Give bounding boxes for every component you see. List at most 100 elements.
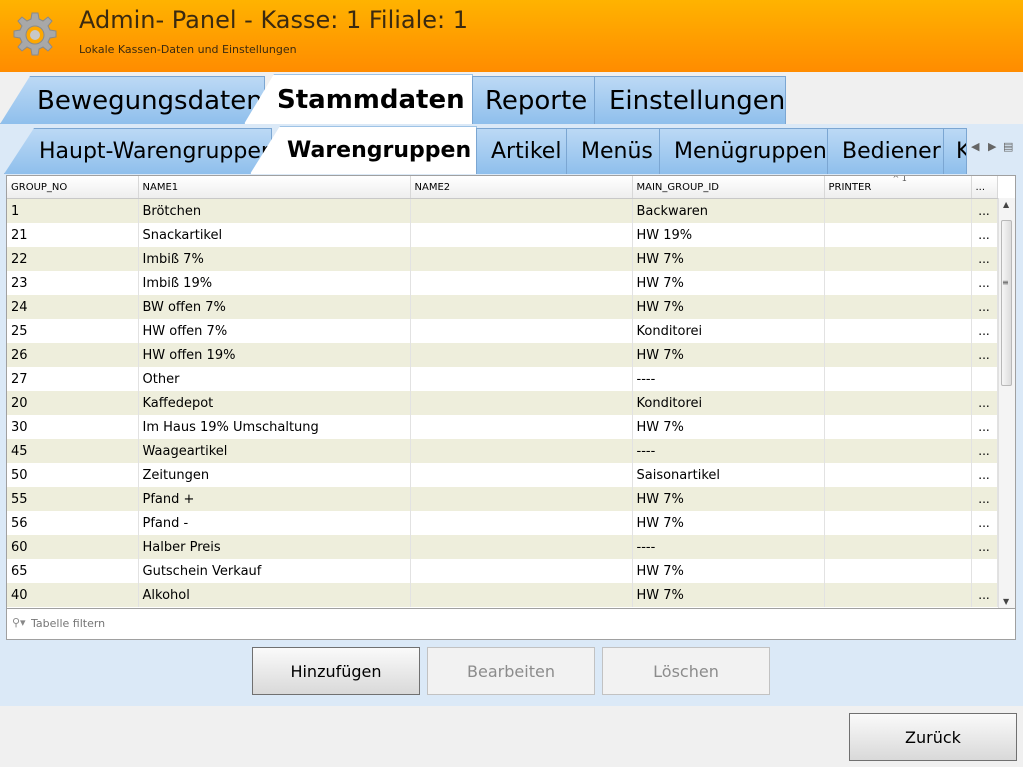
column-header-actions[interactable]: ...: [971, 176, 998, 199]
vertical-scrollbar[interactable]: ▲ ≡ ▼: [998, 198, 1015, 608]
cell-name2: [410, 415, 633, 439]
cell-name1: Imbiß 19%: [138, 271, 411, 295]
data-grid: GROUP_NO NAME1 NAME2 MAIN_GROUP_ID PRINT…: [7, 176, 998, 607]
cell-printer: [824, 319, 972, 343]
cell-actions[interactable]: ...: [971, 415, 998, 439]
add-button[interactable]: Hinzufügen: [252, 647, 420, 695]
table-row[interactable]: 20 Kaffedepot Konditorei...: [7, 391, 998, 415]
cell-printer: [824, 559, 972, 583]
scroll-down-icon[interactable]: ▼: [1003, 597, 1009, 606]
subtab-haupt-warengruppen[interactable]: Haupt-Warengruppen: [4, 128, 272, 174]
cell-actions[interactable]: ...: [971, 511, 998, 535]
cell-group-no: 55: [7, 487, 139, 511]
cell-actions[interactable]: [971, 367, 998, 391]
cell-group-no: 50: [7, 463, 139, 487]
cell-printer: [824, 247, 972, 271]
column-header-main-group-id[interactable]: MAIN_GROUP_ID: [632, 176, 825, 199]
table-row[interactable]: 23 Imbiß 19% HW 7%...: [7, 271, 998, 295]
cell-main-group: Saisonartikel: [632, 463, 825, 487]
cell-group-no: 30: [7, 415, 139, 439]
column-header-name1[interactable]: NAME1: [138, 176, 411, 199]
subtab-menues[interactable]: Menüs: [566, 128, 660, 174]
table-row[interactable]: 21 Snackartikel HW 19%...: [7, 223, 998, 247]
cell-actions[interactable]: ...: [971, 487, 998, 511]
table-row[interactable]: 25 HW offen 7% Konditorei...: [7, 319, 998, 343]
table-row[interactable]: 22 Imbiß 7% HW 7%...: [7, 247, 998, 271]
cell-printer: [824, 511, 972, 535]
table-row[interactable]: 27 Other ----: [7, 367, 998, 391]
cell-main-group: HW 7%: [632, 583, 825, 607]
cell-main-group: Konditorei: [632, 319, 825, 343]
cell-actions[interactable]: ...: [971, 295, 998, 319]
cell-name1: Halber Preis: [138, 535, 411, 559]
cell-printer: [824, 391, 972, 415]
delete-button[interactable]: Löschen: [602, 647, 770, 695]
table-row[interactable]: 60 Halber Preis ----...: [7, 535, 998, 559]
table-row[interactable]: 24 BW offen 7% HW 7%...: [7, 295, 998, 319]
app-header: Admin- Panel - Kasse: 1 Filiale: 1 Lokal…: [0, 0, 1023, 72]
cell-printer: [824, 583, 972, 607]
table-row[interactable]: 56 Pfand - HW 7%...: [7, 511, 998, 535]
cell-actions[interactable]: ...: [971, 271, 998, 295]
column-header-printer[interactable]: PRINTER ^ 1: [824, 176, 972, 199]
subtab-more[interactable]: K: [943, 128, 967, 174]
tab-scroll-right-icon[interactable]: ▶: [988, 140, 996, 153]
tab-scroll-left-icon[interactable]: ◀: [971, 140, 979, 153]
subtab-label: Artikel: [491, 139, 562, 164]
cell-actions[interactable]: ...: [971, 223, 998, 247]
cell-actions[interactable]: ...: [971, 583, 998, 607]
table-row[interactable]: 55 Pfand + HW 7%...: [7, 487, 998, 511]
subtab-label: Menügruppen: [674, 139, 827, 164]
cell-main-group: HW 7%: [632, 271, 825, 295]
column-header-group-no[interactable]: GROUP_NO: [7, 176, 139, 199]
cell-main-group: HW 7%: [632, 487, 825, 511]
table-row[interactable]: 45 Waageartikel ----...: [7, 439, 998, 463]
cell-name2: [410, 271, 633, 295]
cell-group-no: 20: [7, 391, 139, 415]
tab-einstellungen[interactable]: Einstellungen: [594, 76, 786, 124]
back-button[interactable]: Zurück: [849, 713, 1017, 761]
table-row[interactable]: 50 Zeitungen Saisonartikel...: [7, 463, 998, 487]
tab-bewegungsdaten[interactable]: Bewegungsdaten: [0, 76, 265, 124]
cell-actions[interactable]: ...: [971, 439, 998, 463]
search-icon[interactable]: ⚲▾: [12, 616, 26, 629]
subtab-artikel[interactable]: Artikel: [476, 128, 567, 174]
cell-actions[interactable]: ...: [971, 343, 998, 367]
table-row[interactable]: 30 Im Haus 19% Umschaltung HW 7%...: [7, 415, 998, 439]
tab-stammdaten[interactable]: Stammdaten: [244, 74, 473, 124]
subtab-label: Menüs: [581, 139, 653, 164]
cell-actions[interactable]: ...: [971, 198, 998, 223]
scroll-up-icon[interactable]: ▲: [1003, 200, 1009, 209]
table-row[interactable]: 65 Gutschein Verkauf HW 7%: [7, 559, 998, 583]
column-header-name2[interactable]: NAME2: [410, 176, 633, 199]
tab-list-menu-icon[interactable]: ▤: [1003, 140, 1013, 153]
subtab-warengruppen[interactable]: Warengruppen: [250, 126, 477, 174]
cell-actions[interactable]: ...: [971, 535, 998, 559]
table-filter: ⚲▾: [6, 609, 1016, 640]
subtab-bediener[interactable]: Bediener: [827, 128, 944, 174]
tab-reporte[interactable]: Reporte: [472, 76, 595, 124]
cell-actions[interactable]: ...: [971, 391, 998, 415]
page-title: Admin- Panel - Kasse: 1 Filiale: 1: [79, 6, 469, 34]
cell-name1: Kaffedepot: [138, 391, 411, 415]
filter-input[interactable]: [31, 614, 431, 632]
cell-actions[interactable]: ...: [971, 463, 998, 487]
cell-main-group: HW 7%: [632, 343, 825, 367]
subtab-menuegruppen[interactable]: Menügruppen: [659, 128, 828, 174]
table-row[interactable]: 40 Alkohol HW 7%...: [7, 583, 998, 607]
cell-name2: [410, 295, 633, 319]
scrollbar-thumb[interactable]: [1001, 220, 1012, 386]
table-row[interactable]: 26 HW offen 19% HW 7%...: [7, 343, 998, 367]
cell-actions[interactable]: ...: [971, 319, 998, 343]
cell-name2: [410, 559, 633, 583]
cell-printer: [824, 535, 972, 559]
cell-actions[interactable]: ...: [971, 247, 998, 271]
cell-actions[interactable]: [971, 559, 998, 583]
edit-button[interactable]: Bearbeiten: [427, 647, 595, 695]
cell-main-group: HW 19%: [632, 223, 825, 247]
cell-group-no: 27: [7, 367, 139, 391]
cell-group-no: 40: [7, 583, 139, 607]
cell-printer: [824, 223, 972, 247]
table-row[interactable]: 1 Brötchen Backwaren...: [7, 198, 998, 223]
tab-label: Bewegungsdaten: [37, 85, 263, 116]
